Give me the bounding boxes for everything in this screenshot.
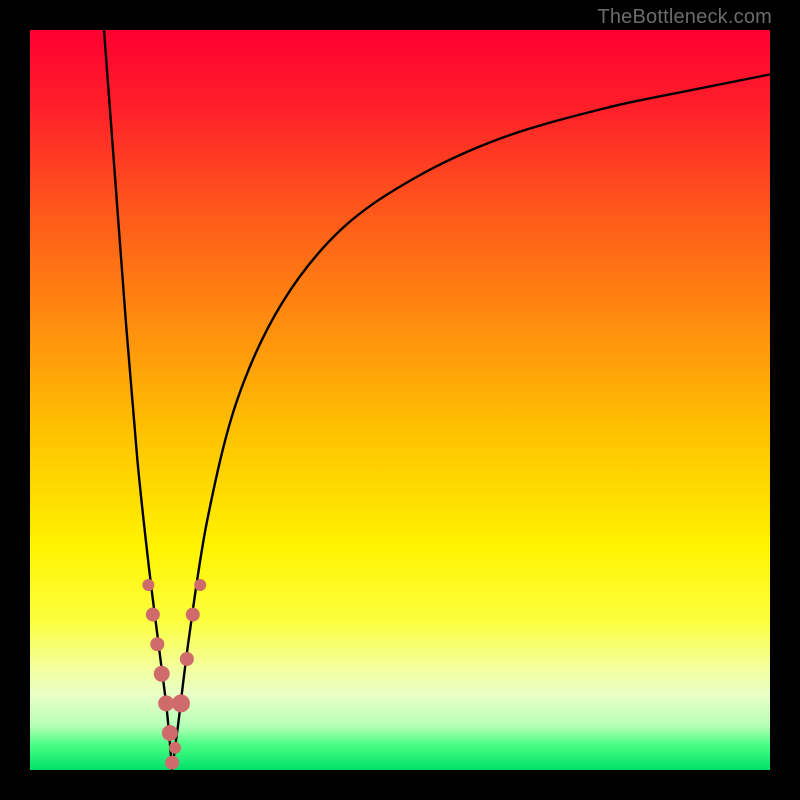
marker-cluster [142, 579, 206, 770]
marker-point [172, 694, 190, 712]
watermark-text: TheBottleneck.com [597, 6, 772, 29]
plot-area [30, 30, 770, 770]
curve-layer [30, 30, 770, 770]
chart-frame: TheBottleneck.com [0, 0, 800, 800]
marker-point [186, 608, 200, 622]
marker-point [158, 695, 174, 711]
curve-right-branch [172, 74, 770, 770]
marker-point [180, 652, 194, 666]
marker-point [154, 666, 170, 682]
marker-point [194, 579, 206, 591]
curve-left-branch [104, 30, 172, 770]
marker-point [165, 756, 179, 770]
marker-point [142, 579, 154, 591]
marker-point [146, 608, 160, 622]
marker-point [150, 637, 164, 651]
marker-point [169, 742, 181, 754]
marker-point [162, 725, 178, 741]
